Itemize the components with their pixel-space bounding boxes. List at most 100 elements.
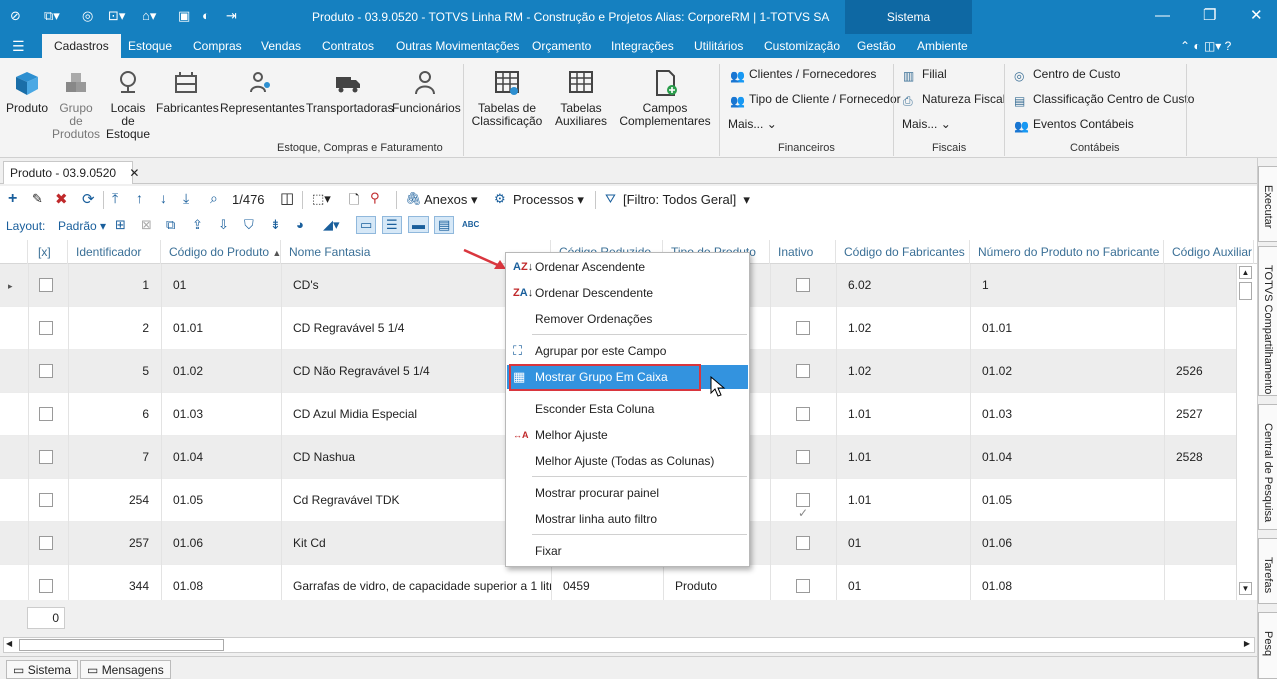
- filter-button[interactable]: [Filtro: Todos Geral] ▾: [623, 192, 750, 208]
- tabelas-classificacao-button[interactable]: Tabelas de Classificação: [468, 68, 546, 128]
- header-codigo-auxiliar[interactable]: Código Auxiliar: [1164, 240, 1254, 264]
- ribbon-options-icon[interactable]: ⌃ ◐ ◫▾ ?: [1180, 34, 1231, 58]
- quick-access-icon[interactable]: ⧉▾: [44, 8, 60, 24]
- anexos-button[interactable]: Anexos ▾: [424, 192, 478, 208]
- menu-esconder-coluna[interactable]: Esconder Esta Coluna: [507, 397, 748, 421]
- layout-dropdown[interactable]: Padrão ▾: [58, 219, 106, 233]
- dock-central-pesquisa[interactable]: Central de Pesquisa: [1258, 404, 1277, 530]
- layout-tool-icon[interactable]: ⇩: [218, 217, 229, 233]
- layout-tool-icon[interactable]: ⇟: [270, 217, 281, 233]
- menu-melhor-ajuste-todas[interactable]: Melhor Ajuste (Todas as Colunas): [507, 449, 748, 473]
- header-numero-fabricante[interactable]: Número do Produto no Fabricante: [970, 240, 1164, 264]
- scroll-up-icon[interactable]: ▲: [1239, 266, 1252, 279]
- layout-tool-icon[interactable]: ⊞: [115, 217, 126, 233]
- row-select-checkbox[interactable]: [39, 450, 53, 464]
- add-icon[interactable]: +: [8, 190, 17, 208]
- inativo-checkbox[interactable]: [796, 492, 810, 522]
- row-select-checkbox[interactable]: [39, 364, 53, 378]
- fiscais-mais-button[interactable]: Mais... ⌄: [902, 117, 951, 131]
- quick-access-icon[interactable]: ⊡▾: [108, 8, 125, 24]
- layout-tool-icon[interactable]: ⛉: [244, 217, 254, 233]
- menu-ordenar-ascendente[interactable]: AZ↓ Ordenar Ascendente: [507, 255, 748, 279]
- zoom-icon[interactable]: ⚲: [370, 190, 380, 206]
- last-record-icon[interactable]: ⤓: [183, 190, 189, 207]
- locais-estoque-button[interactable]: Locais de Estoque: [104, 68, 152, 141]
- header-codigo-fabricantes[interactable]: Código do Fabricantes: [836, 240, 970, 264]
- scroll-thumb[interactable]: [1239, 282, 1252, 300]
- representantes-button[interactable]: Representantes: [220, 68, 305, 115]
- layout-view-icon[interactable]: ☰: [382, 216, 402, 234]
- dock-tarefas[interactable]: Tarefas: [1258, 538, 1277, 604]
- document-icon[interactable]: 🗋: [349, 191, 359, 213]
- close-tab-icon[interactable]: ✕: [129, 166, 139, 180]
- totvs-icon[interactable]: ◐: [202, 8, 210, 24]
- dock-totvs-compartilhamento[interactable]: TOTVS Compartilhamento: [1258, 246, 1277, 396]
- status-tab-mensagens[interactable]: ▭ Mensagens: [80, 660, 171, 679]
- gear-icon[interactable]: ⚙: [494, 191, 506, 207]
- row-select-checkbox[interactable]: [39, 407, 53, 421]
- tab-ambiente[interactable]: Ambiente: [917, 34, 968, 58]
- fabricantes-button[interactable]: Fabricantes: [156, 68, 219, 115]
- tab-gestao[interactable]: Gestão: [857, 34, 896, 58]
- quick-access-icon[interactable]: ▣: [178, 8, 190, 24]
- dock-pesq[interactable]: Pesq: [1258, 612, 1277, 679]
- table-row[interactable]: 344 01.08 Garrafas de vidro, de capacidade…: [0, 565, 1236, 600]
- centro-custo-button[interactable]: ◎ Centro de Custo: [1014, 67, 1120, 83]
- document-tab[interactable]: Produto - 03.9.0520 ✕: [3, 161, 139, 184]
- menu-procurar-painel[interactable]: Mostrar procurar painel: [507, 481, 748, 505]
- scroll-down-icon[interactable]: ▼: [1239, 582, 1252, 595]
- inativo-checkbox[interactable]: [796, 321, 810, 335]
- grupo-produtos-button[interactable]: Grupo de Produtos: [52, 68, 100, 141]
- vertical-scrollbar[interactable]: ▲ ▼: [1236, 264, 1254, 600]
- dock-executar[interactable]: Executar: [1258, 166, 1277, 242]
- tab-customizacao[interactable]: Customização: [764, 34, 840, 58]
- exit-icon[interactable]: ⇥: [226, 8, 237, 24]
- previous-record-icon[interactable]: ↑: [136, 190, 143, 206]
- layout-view-icon[interactable]: ▬: [408, 216, 429, 233]
- tab-cadastros[interactable]: Cadastros: [42, 34, 121, 58]
- menu-melhor-ajuste[interactable]: ↔A Melhor Ajuste: [507, 423, 748, 447]
- search-icon[interactable]: ⌕: [210, 190, 218, 207]
- home-icon[interactable]: ⌂▾: [142, 8, 156, 24]
- minimize-icon[interactable]: —: [1155, 7, 1170, 25]
- edit-icon[interactable]: ✎: [32, 191, 43, 207]
- color-icon[interactable]: ◕: [296, 217, 304, 232]
- inativo-checkbox[interactable]: [796, 579, 810, 593]
- eventos-contabeis-button[interactable]: 👥 Eventos Contábeis: [1014, 117, 1134, 133]
- layout-view-icon[interactable]: ▭: [356, 216, 377, 234]
- scroll-right-icon[interactable]: ▶: [1244, 639, 1250, 648]
- tab-utilitarios[interactable]: Utilitários: [694, 34, 743, 58]
- first-record-icon[interactable]: ⤒: [112, 190, 118, 207]
- inativo-checkbox[interactable]: [796, 278, 810, 292]
- inativo-checkbox[interactable]: [796, 364, 810, 378]
- restore-icon[interactable]: ❐: [1203, 7, 1216, 25]
- inativo-checkbox[interactable]: [796, 407, 810, 421]
- transportadoras-button[interactable]: Transportadoras: [306, 68, 394, 115]
- layout-tool-icon[interactable]: ⊠: [141, 217, 152, 233]
- menu-fixar[interactable]: Fixar: [507, 539, 748, 563]
- clientes-fornecedores-button[interactable]: 👥 Clientes / Fornecedores: [730, 67, 876, 83]
- natureza-fiscal-button[interactable]: ⎙ Natureza Fiscal: [903, 92, 1005, 108]
- header-select[interactable]: [x]: [28, 240, 68, 264]
- export-icon[interactable]: ⬚▾: [312, 191, 331, 207]
- menu-ordenar-descendente[interactable]: ZA↓ Ordenar Descendente: [507, 281, 748, 305]
- inativo-checkbox[interactable]: [796, 450, 810, 464]
- horizontal-scrollbar[interactable]: ◀ ▶: [3, 637, 1255, 653]
- classificacao-centro-custo-button[interactable]: ▤ Classificação Centro de Custo: [1014, 92, 1194, 108]
- row-select-checkbox[interactable]: [39, 536, 53, 550]
- attachment-icon[interactable]: 🖇: [405, 191, 422, 207]
- menu-remover-ordenacoes[interactable]: Remover Ordenações: [507, 307, 748, 331]
- campos-complementares-button[interactable]: Campos Complementares: [616, 68, 714, 128]
- menu-agrupar-campo[interactable]: ⛶ Agrupar por este Campo: [507, 339, 748, 363]
- tab-orcamento[interactable]: Orçamento: [532, 34, 591, 58]
- menu-auto-filtro[interactable]: Mostrar linha auto filtro: [507, 507, 748, 531]
- tab-compras[interactable]: Compras: [193, 34, 242, 58]
- delete-icon[interactable]: ✖: [55, 190, 68, 208]
- header-inativo[interactable]: Inativo: [770, 240, 836, 264]
- financeiros-mais-button[interactable]: Mais... ⌄: [728, 117, 777, 131]
- refresh-icon[interactable]: ⟳: [82, 190, 95, 208]
- tabelas-auxiliares-button[interactable]: Tabelas Auxiliares: [550, 68, 612, 128]
- layout-tool-icon[interactable]: ⇪: [192, 217, 203, 233]
- row-select-checkbox[interactable]: [39, 493, 53, 507]
- quick-access-icon[interactable]: ◎: [82, 8, 93, 24]
